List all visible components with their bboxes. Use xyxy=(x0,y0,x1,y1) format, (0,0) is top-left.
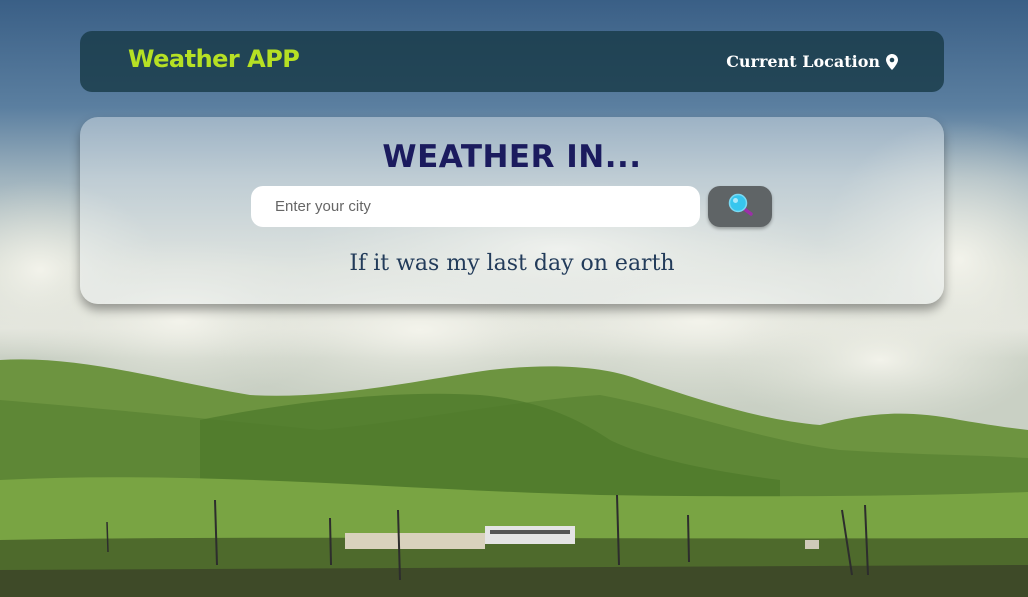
current-location-button[interactable]: Current Location xyxy=(726,52,898,71)
app-brand[interactable]: Weather APP xyxy=(128,45,300,73)
page-title: WEATHER IN... xyxy=(382,139,642,175)
navbar: Weather APP Current Location xyxy=(80,31,944,92)
search-panel: WEATHER IN... If it was my last day on e… xyxy=(80,117,944,304)
quote-text: If it was my last day on earth xyxy=(349,251,675,276)
magnifier-icon xyxy=(727,192,753,221)
map-pin-icon xyxy=(886,53,898,70)
current-location-label: Current Location xyxy=(726,52,880,71)
city-search-input[interactable] xyxy=(251,186,700,227)
search-button[interactable] xyxy=(708,186,772,227)
